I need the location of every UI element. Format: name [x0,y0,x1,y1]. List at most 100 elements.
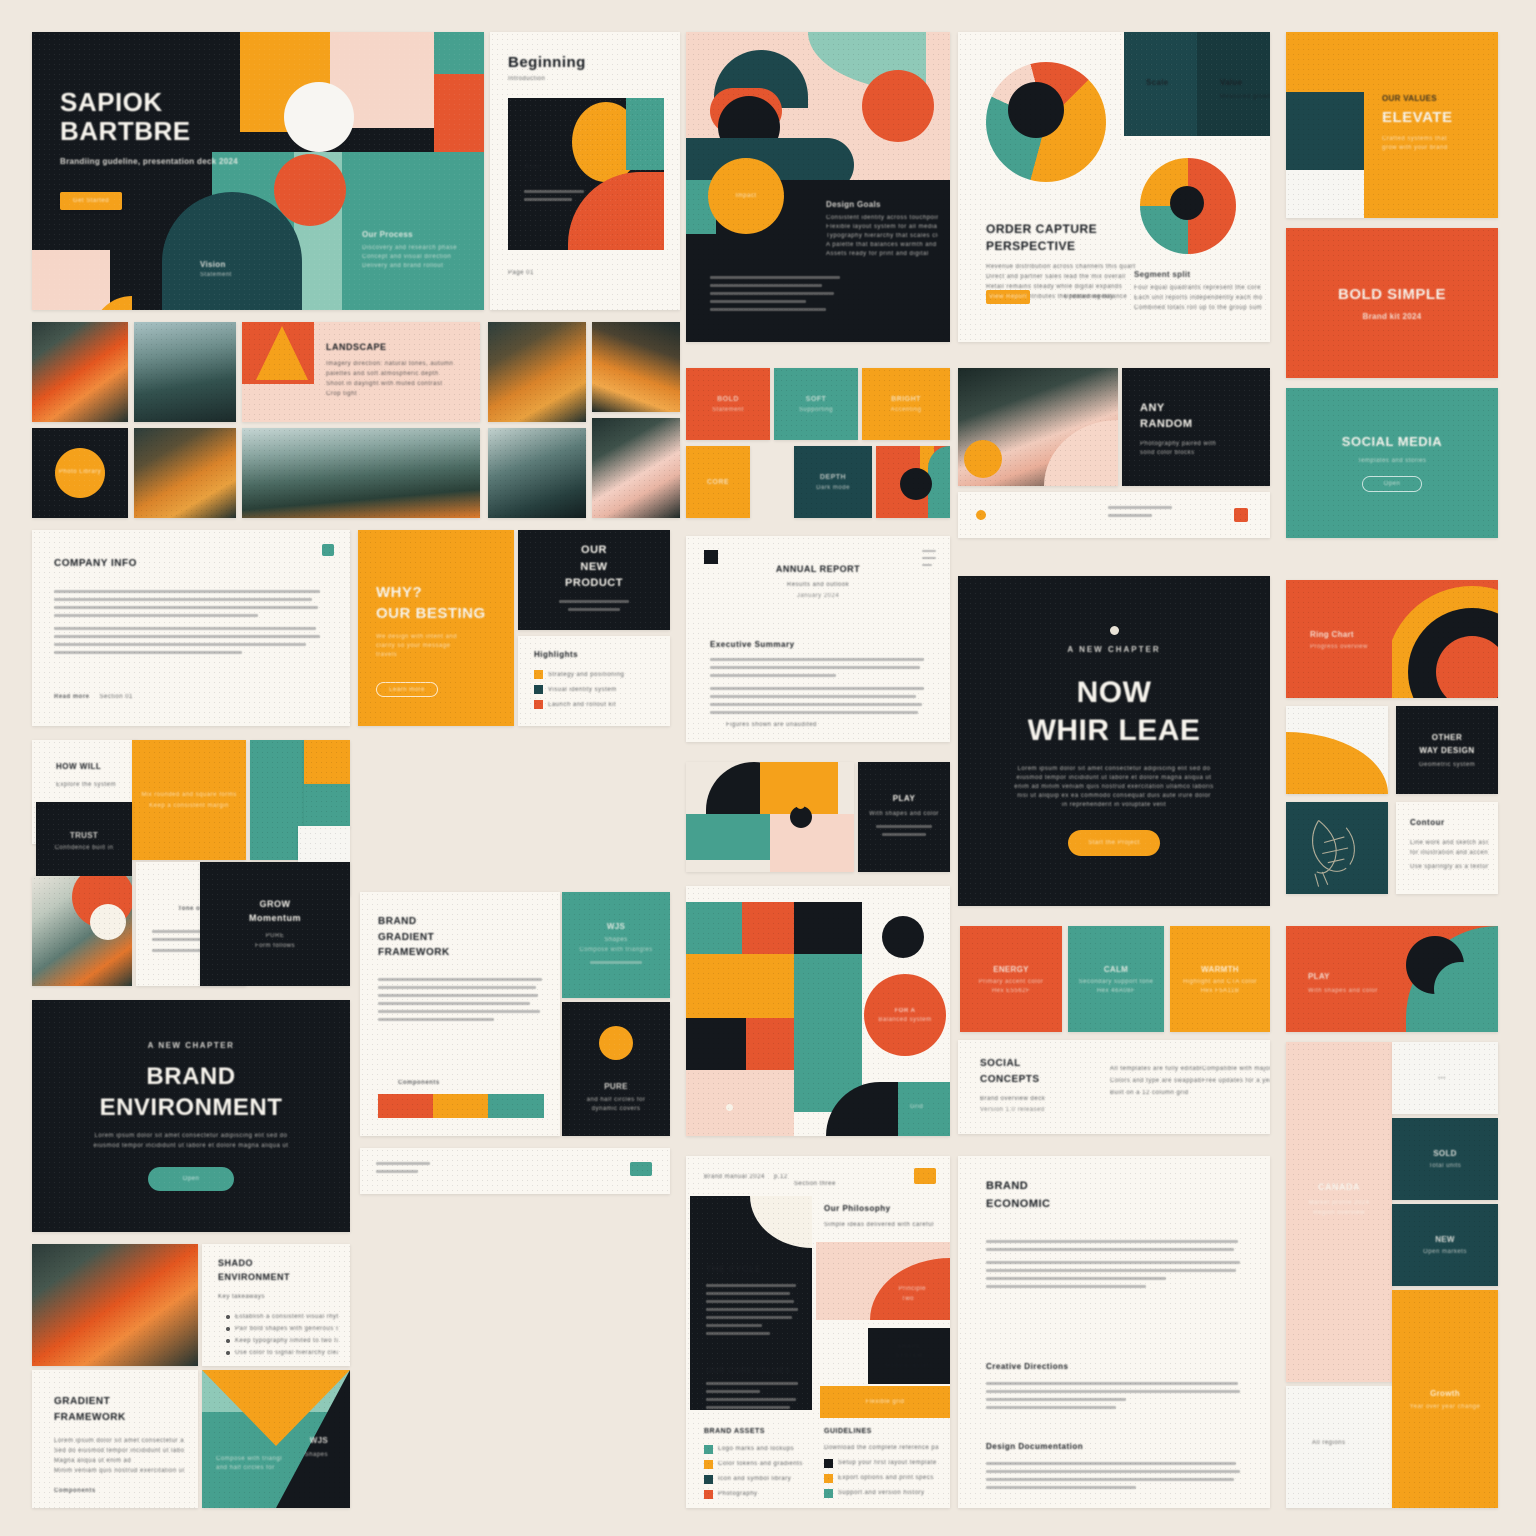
teal-card-cta-button[interactable]: Open [1362,475,1422,492]
pair-dark-chip[interactable]: TRUST Confidence built in [36,802,132,880]
pink-block2-title: NEW [1435,1235,1455,1244]
hero-cta-button[interactable]: Get Started [60,192,122,210]
slide-bulleted-card[interactable]: SHADO ENVIRONMENT Key takeaways Establis… [202,1244,350,1366]
report-title: ANNUAL REPORT [775,564,861,574]
slide-triangle-card[interactable]: WJS Shapes Compose with triangles and ha… [202,1370,350,1508]
media-footer-bar[interactable] [958,492,1270,538]
component-h1: GRADIENT [378,931,435,943]
slide-intro-doc[interactable]: Beginning Introduction Aim Objectives Pa… [490,32,680,310]
slide-red-card[interactable]: BOLD SIMPLE Brand kit 2024 [1286,228,1498,378]
orange-card-line-1: grow with your brand [1382,145,1448,151]
hero-cta-label: Get Started [72,198,110,204]
pie-chart-primary [986,62,1106,182]
slide-pie-report[interactable]: ORDER CAPTURE PERSPECTIVE Revenue distri… [958,32,1270,342]
photo-tile-media[interactable] [958,368,1118,486]
footer-note: Version 1.0 released [980,1107,1045,1113]
photo-tile-blossom[interactable] [592,418,680,518]
swatch-card-calm[interactable]: CALM Secondary support tone Hex 46A08F [1068,926,1164,1032]
slide-structure-doc[interactable]: BRAND ECONOMIC Creative Directions Desig… [958,1156,1270,1508]
photo-tile-autumn-1[interactable] [488,322,586,422]
spread-dark-chip[interactable]: SHAPE SYSTEM Modular assets [868,1328,950,1384]
slide-bottom-dark[interactable]: A NEW CHAPTER BRAND ENVIRONMENT Lorem ip… [32,1000,350,1232]
footer-summary-bar[interactable]: SOCIAL CONCEPTS Brand overview deck Vers… [958,1040,1270,1134]
quarter-shape-card[interactable] [1286,706,1388,794]
swatch-2-line2: Hex F5A11B [1200,987,1240,994]
spread-orange-chip[interactable]: Flexible grid [820,1386,950,1418]
photo-badge-card[interactable]: Photo Library [32,428,128,518]
mini-card-mix[interactable] [876,446,950,518]
geo-small-composition[interactable] [686,762,854,872]
pink-col-block-3[interactable]: Growth Year over year change [1392,1290,1498,1508]
slide-component-doc[interactable]: BRAND GRADIENT FRAMEWORK Components [360,892,560,1136]
centered-body-3: nisi ut aliquip ex ea commodo consequat … [1017,793,1211,800]
component-h2: FRAMEWORK [378,947,450,958]
mini-bold-sub: Statement [712,406,744,413]
swatch-card-wide[interactable]: PLAY With shapes and color [1286,926,1498,1032]
pink-col-block-2[interactable]: NEW Open markets [1392,1204,1498,1286]
slide-gradient-card[interactable]: GRADIENT FRAMEWORK Lorem ipsum dolor sit… [32,1370,198,1508]
photo-tile-lake[interactable] [242,428,480,518]
swatch-card-energy[interactable]: ENERGY Primary accent color Hex E5562F [960,926,1062,1032]
pie-cta-button[interactable]: View Report [986,290,1030,304]
mini-card-depth[interactable]: DEPTH Dark mode [794,446,872,518]
photo-caption-card[interactable]: LANDSCAPE Imagery direction: natural ton… [242,322,480,422]
slide-longform-doc[interactable]: COMPANY INFO Read more Section 01 [32,530,350,726]
structure-doc-h1: BRAND [378,916,417,927]
photo-tile-botanical[interactable] [32,876,132,986]
pink-col-white-chip: ••• [1392,1042,1498,1114]
longform-footer-label[interactable]: Read more [54,694,90,700]
mini-depth-sub: Dark mode [816,484,850,491]
centered-cta-button[interactable]: Start the Project [1068,830,1160,857]
slide-hero-main[interactable]: SAPIOK BARTBRE Brandiing gudeline, prese… [32,32,484,310]
mini-card-bold[interactable]: BOLD Statement [686,368,770,440]
moodboard-canvas: SAPIOK BARTBRE Brandiing gudeline, prese… [0,0,1536,1536]
component-dark-chip[interactable]: PURE and half circles for dynamic covers [562,1002,670,1136]
spread-header-bar[interactable] [360,1148,670,1194]
why-cta-label: Learn more [389,686,425,693]
spread-top-right-note: Section three [794,1181,836,1187]
photo-tile-flowers[interactable] [32,322,128,422]
geo-label-card[interactable]: PLAY With shapes and color [858,762,950,872]
slide-arc-card[interactable]: Ring Chart Progress overview [1286,580,1498,698]
photo-tile-flower-big[interactable] [32,1244,198,1366]
slide-shapes-dark[interactable]: Impact Design Goals Consistent identity … [686,32,950,342]
slide-media-card[interactable]: ANY RANDOM Photography paired with solid… [1122,368,1270,486]
slide-dual-panel[interactable]: Scale Value Measured growth [1124,32,1270,136]
slide-pink-column[interactable]: CANADA Market profile 2024 Region overvi… [1286,1042,1392,1382]
pink-col-note[interactable]: All regions [1286,1386,1392,1508]
leaf-title: Contour [1410,818,1445,827]
slide-quarter-dark[interactable]: OTHER WAY DESIGN Geometric system [1396,706,1498,794]
gradient-line-3: Minim veniam quis nostrud exercitation u… [54,1468,184,1474]
photo-tile-autumn-2[interactable] [592,322,680,412]
mini-card-soft[interactable]: SOFT Supporting [774,368,858,440]
mini-card-bright[interactable]: BRIGHT Accenting [862,368,950,440]
component-chip-title: WJS [606,921,626,931]
slide-report-doc[interactable]: ANNUAL REPORT Results and outlook Januar… [686,536,950,742]
slide-why-panel[interactable]: WHY? OUR BESTING We design with intent a… [358,530,514,726]
pink-col-block-1[interactable]: SOLD Total units [1392,1118,1498,1200]
leaf-caption-card[interactable]: Contour Line work and sketch assets for … [1396,802,1498,894]
leaf-illustration-card[interactable] [1286,802,1388,894]
teal-card-title: SOCIAL MEDIA [1341,434,1443,450]
bottom-dark-cta-button[interactable]: Open [148,1167,234,1192]
geo-big-composition[interactable]: Grid FOR A Balanced system [686,886,950,1136]
slide-spread-left[interactable]: Brand manual 2024 p.12 Section three THE… [686,1156,950,1508]
pair-orange-block[interactable]: Mix rounded and square forms Keep a cons… [132,740,246,860]
gradient-line-1: Sed do eiusmod tempor incididunt ut labo… [54,1448,184,1454]
swatch-card-warmth[interactable]: WARMTH Highlight and CTA color Hex F5A11… [1170,926,1270,1032]
slide-centered-dark[interactable]: A NEW CHAPTER NOW WHIR LEAE Lorem ipsum … [958,576,1270,906]
photo-tile-autumn-3[interactable] [134,428,236,518]
centered-kicker: A NEW CHAPTER [1067,644,1161,654]
mini-card-core[interactable]: CORE [686,446,750,518]
why-side-panel[interactable]: OUR NEW PRODUCT [518,530,670,630]
why-legend-panel[interactable]: Highlights Strategy and positioning Visu… [518,636,670,726]
pie-chart-secondary [1140,158,1236,254]
spread-dark-heading: THE CYCLE [706,1264,762,1274]
photo-tile-mountain-1[interactable] [134,322,236,422]
component-teal-chip[interactable]: WJS Shapes Compose with triangles [562,892,670,998]
pair-dark-panel[interactable]: GROW Momentum PURE Form follows [200,862,350,986]
photo-tile-mountain-2[interactable] [488,428,586,518]
why-cta-button[interactable]: Learn more [376,682,438,697]
slide-teal-card[interactable]: SOCIAL MEDIA Templates and stories Open [1286,388,1498,538]
slide-orange-card[interactable]: OUR VALUES ELEVATE Crafted systems that … [1286,32,1498,218]
